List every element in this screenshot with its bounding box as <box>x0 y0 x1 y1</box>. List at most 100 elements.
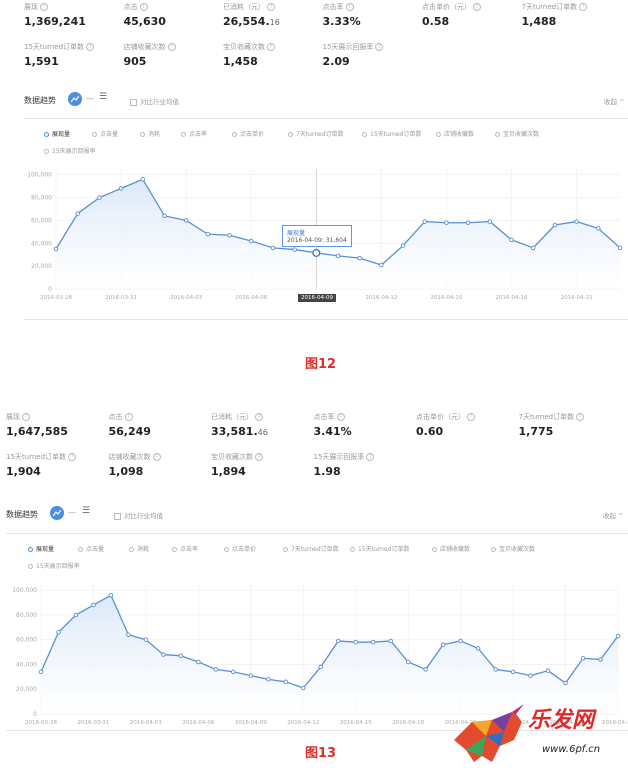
help-icon[interactable]: ? <box>267 43 275 51</box>
metric-label: 宝贝收藏次数? <box>223 42 323 52</box>
data-point <box>118 186 124 191</box>
help-icon[interactable]: ? <box>167 43 176 51</box>
chart-view-button[interactable] <box>50 506 64 520</box>
metric-option[interactable]: 15天展示回报率 <box>44 146 96 155</box>
metric-option[interactable]: 点击量 <box>92 129 118 138</box>
metric-option[interactable]: 点击单价 <box>224 544 256 553</box>
help-icon[interactable]: ? <box>255 413 263 421</box>
help-icon[interactable]: ? <box>267 3 275 11</box>
help-icon[interactable]: ? <box>336 413 345 421</box>
checkbox-box <box>114 512 121 520</box>
metric-option[interactable]: 15天turned订单数 <box>362 129 421 138</box>
y-tick-label: 100,000 <box>27 172 52 179</box>
data-point <box>422 219 428 224</box>
metric-option[interactable]: 点击量 <box>78 544 104 553</box>
metric-option[interactable]: 7天turned订单数 <box>288 129 344 138</box>
help-icon[interactable]: ? <box>345 3 354 11</box>
x-tick-label: 2016-04-18 <box>496 295 528 301</box>
data-point <box>292 247 297 252</box>
help-icon[interactable]: ? <box>366 453 375 461</box>
compare-industry-checkbox[interactable]: 对比行业均值 <box>114 510 163 520</box>
metric-option[interactable]: 消耗 <box>140 129 160 138</box>
checkbox-box <box>130 98 137 106</box>
metric-label: 7天turned订单数? <box>522 2 622 12</box>
trend-title: 数据趋势 <box>24 96 56 105</box>
help-icon[interactable]: ? <box>467 413 475 421</box>
metric-label: 15天展示回报率? <box>314 452 414 462</box>
help-icon[interactable]: ? <box>22 413 30 421</box>
x-tick-label: 2016-04-06 <box>235 295 267 301</box>
metric-card: 15天turned订单数? 1,904 <box>6 452 106 478</box>
radio-icon <box>181 132 186 137</box>
help-icon[interactable]: ? <box>124 413 133 421</box>
metric-option[interactable]: 15天展示回报率 <box>28 561 80 570</box>
help-icon[interactable]: ? <box>152 453 161 461</box>
metric-option[interactable]: 消耗 <box>129 544 149 553</box>
metric-option[interactable]: 展现量 <box>44 129 70 138</box>
radio-icon <box>232 132 237 137</box>
list-view-button[interactable]: ☰ <box>99 92 107 102</box>
help-icon[interactable]: ? <box>579 3 588 11</box>
metric-option[interactable]: 7天turned订单数 <box>283 544 339 553</box>
help-icon[interactable]: ? <box>375 43 384 51</box>
data-point <box>205 231 211 237</box>
radio-icon <box>436 132 441 137</box>
metric-card: 点击单价（元）? 0.58 <box>422 2 522 28</box>
help-icon[interactable]: ? <box>40 3 48 11</box>
x-tick-label: 2016-04-15 <box>340 720 372 726</box>
help-icon[interactable]: ? <box>576 413 585 421</box>
metric-value: 1,894 <box>211 465 246 478</box>
radio-icon <box>129 547 134 552</box>
metric-option[interactable]: 点击率 <box>172 544 198 553</box>
metric-card: 15天展示回报率? 2.09 <box>323 42 423 68</box>
metric-option[interactable]: 宝贝收藏次数 <box>495 129 539 138</box>
metric-option[interactable]: 宝贝收藏次数 <box>491 544 535 553</box>
y-tick-label: 100,000 <box>12 587 37 594</box>
y-tick-label: 80,000 <box>16 612 37 619</box>
compare-industry-label: 对比行业均值 <box>140 98 179 106</box>
collapse-button[interactable]: 收起 ^ <box>604 96 625 106</box>
y-tick-label: 20,000 <box>31 263 52 270</box>
x-tick-label: 2016-03-28 <box>25 720 57 726</box>
help-icon[interactable]: ? <box>255 453 263 461</box>
metric-label: 已消耗（元）? <box>211 412 311 422</box>
metric-option[interactable]: 点击率 <box>181 129 207 138</box>
data-point <box>318 664 324 670</box>
metric-value: 33,581.46 <box>211 425 268 438</box>
data-point <box>357 255 362 261</box>
data-point <box>580 656 586 661</box>
x-tick-label: 2016-04-03 <box>170 295 202 301</box>
metric-option[interactable]: 展现量 <box>28 544 54 553</box>
metric-option[interactable]: 15天turned订单数 <box>350 544 409 553</box>
help-icon[interactable]: ? <box>473 3 481 11</box>
radio-icon <box>224 547 229 552</box>
x-tick-label: 2016-04-03 <box>130 720 162 726</box>
metric-option[interactable]: 店铺收藏数 <box>436 129 474 138</box>
x-tick-label: 2016-04-12 <box>365 295 397 301</box>
data-point <box>38 669 44 675</box>
metric-options: 展现量 点击量 消耗 点击率 点击单价 7天turned订单数 15天turned订单数 店铺… <box>24 119 628 159</box>
data-point <box>596 226 601 231</box>
radio-icon <box>78 547 83 552</box>
help-icon[interactable]: ? <box>139 3 148 11</box>
data-point <box>140 177 146 182</box>
view-separator: — <box>68 508 76 517</box>
collapse-button[interactable]: 收起 ^ <box>603 510 624 520</box>
metric-card: 点击率? 3.33% <box>323 2 423 28</box>
radio-icon <box>491 547 496 552</box>
chart-view-button[interactable] <box>68 92 82 106</box>
metric-card: 宝贝收藏次数? 1,458 <box>223 42 323 68</box>
list-view-button[interactable]: ☰ <box>82 506 90 516</box>
data-point <box>509 237 514 243</box>
metric-option[interactable]: 点击单价 <box>232 129 264 138</box>
data-point <box>91 602 96 608</box>
metric-option-label: 宝贝收藏次数 <box>499 546 536 553</box>
watermark-logo: 乐发网 www.6pf.cn <box>452 700 628 766</box>
metric-option[interactable]: 店铺收藏数 <box>432 544 470 553</box>
help-icon[interactable]: ? <box>68 453 77 461</box>
metric-label: 15天展示回报率? <box>323 42 423 52</box>
compare-industry-checkbox[interactable]: 对比行业均值 <box>130 96 179 106</box>
metric-card: 展现? 1,647,585 <box>6 412 106 438</box>
help-icon[interactable]: ? <box>86 43 95 51</box>
metric-label: 店铺收藏次数? <box>109 452 209 462</box>
